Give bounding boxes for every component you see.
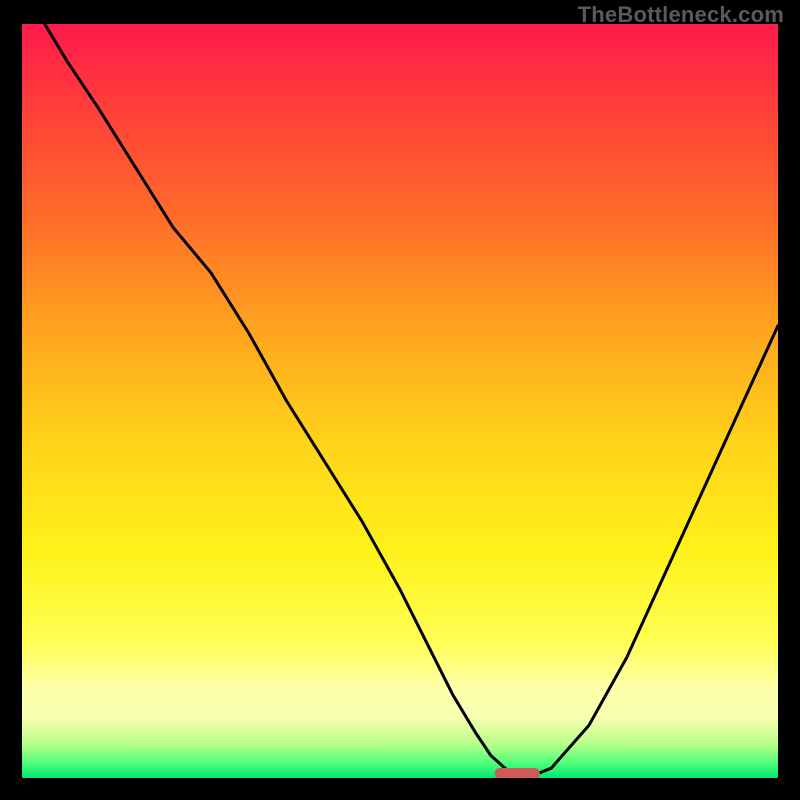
chart-svg [22, 24, 778, 778]
plot-area [22, 24, 778, 778]
chart-frame: TheBottleneck.com [0, 0, 800, 800]
watermark: TheBottleneck.com [578, 2, 784, 28]
gradient-background [22, 24, 778, 778]
optimal-marker [495, 768, 540, 778]
